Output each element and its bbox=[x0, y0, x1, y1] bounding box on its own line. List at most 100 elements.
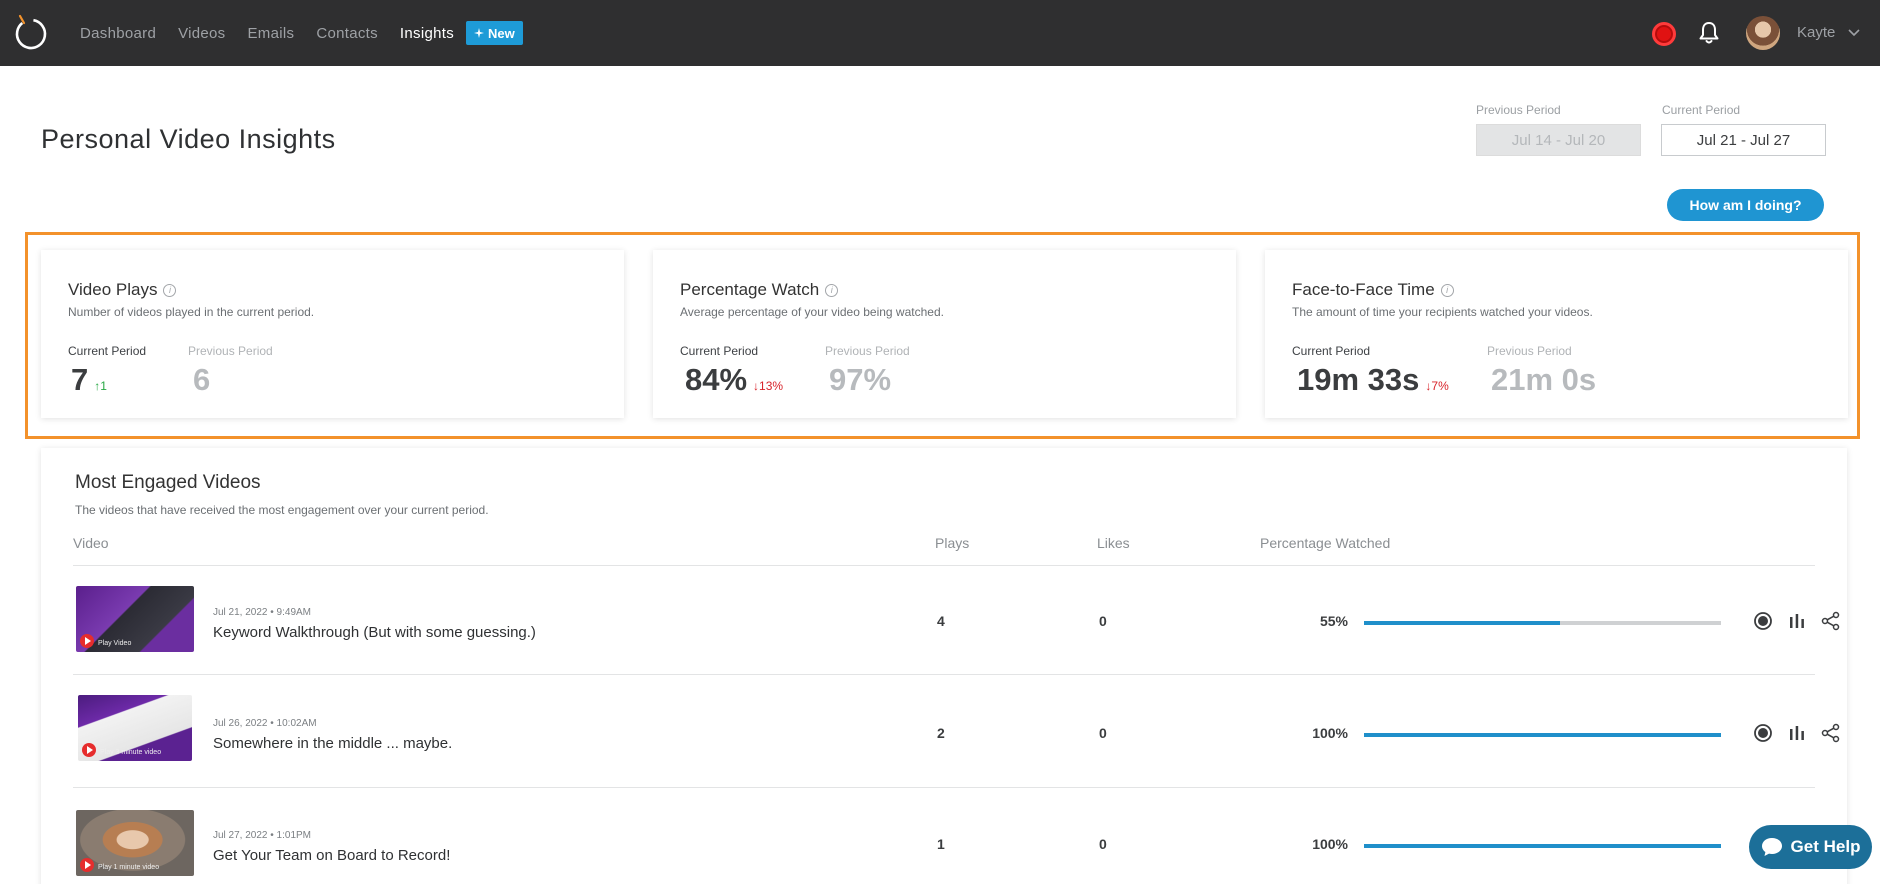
video-thumbnail[interactable]: Play 1 minute video bbox=[76, 810, 194, 876]
current-value: 19m 33s ↓7% bbox=[1297, 362, 1449, 398]
stat-title-text: Percentage Watch bbox=[680, 280, 820, 299]
video-date: Jul 26, 2022 • 10:02AM bbox=[213, 718, 317, 729]
table-row[interactable]: Play 1 minute video Jul 27, 2022 • 1:01P… bbox=[73, 788, 1815, 884]
info-icon[interactable]: i bbox=[825, 283, 839, 297]
percent-watched-bar bbox=[1364, 621, 1721, 625]
thumbnail-caption: Play 1 minute video bbox=[98, 864, 160, 871]
percent-watched-fill bbox=[1364, 621, 1561, 625]
stat-description: Number of videos played in the current p… bbox=[68, 305, 315, 319]
stat-title: Percentage Watch i bbox=[680, 280, 839, 300]
previous-period-label: Previous Period bbox=[188, 344, 273, 358]
video-title[interactable]: Keyword Walkthrough (But with some guess… bbox=[213, 624, 536, 641]
stat-title: Video Plays i bbox=[68, 280, 177, 300]
previous-period-label: Previous Period bbox=[1476, 103, 1561, 117]
share-icon[interactable] bbox=[1821, 723, 1841, 743]
sparkle-icon bbox=[474, 28, 485, 38]
likes-count: 0 bbox=[1099, 836, 1107, 852]
chat-bubble-icon bbox=[1761, 838, 1782, 856]
plays-count: 1 bbox=[937, 836, 945, 852]
video-thumbnail[interactable]: Play Video bbox=[76, 586, 194, 652]
share-icon[interactable] bbox=[1821, 611, 1841, 631]
current-period-label: Current Period bbox=[1292, 344, 1371, 358]
nav-contacts[interactable]: Contacts bbox=[316, 25, 378, 42]
section-title: Most Engaged Videos bbox=[75, 472, 261, 493]
stat-description: Average percentage of your video being w… bbox=[680, 305, 944, 319]
percent-watched-fill bbox=[1364, 844, 1721, 848]
video-title[interactable]: Get Your Team on Board to Record! bbox=[213, 847, 450, 864]
stat-title-text: Face-to-Face Time bbox=[1292, 280, 1435, 299]
nav-videos[interactable]: Videos bbox=[178, 25, 225, 42]
previous-value: 21m 0s bbox=[1491, 362, 1597, 397]
likes-count: 0 bbox=[1099, 725, 1107, 741]
delta-badge: ↓13% bbox=[753, 379, 784, 393]
plays-count: 4 bbox=[937, 613, 945, 629]
video-date: Jul 27, 2022 • 1:01PM bbox=[213, 830, 312, 841]
info-icon[interactable]: i bbox=[1440, 283, 1454, 297]
app-logo-icon[interactable] bbox=[12, 14, 50, 52]
current-period-field[interactable]: Jul 21 - Jul 27 bbox=[1661, 124, 1826, 156]
stat-card-face-to-face-time: Face-to-Face Time i The amount of time yo… bbox=[1265, 250, 1848, 418]
new-badge-label: New bbox=[488, 25, 515, 41]
previous-period-label: Previous Period bbox=[1487, 344, 1572, 358]
nav-insights[interactable]: Insights bbox=[400, 25, 454, 42]
current-period-label: Current Period bbox=[1662, 103, 1741, 117]
record-icon[interactable] bbox=[1652, 22, 1676, 46]
info-icon[interactable]: i bbox=[163, 283, 177, 297]
video-thumbnail[interactable]: Play 3 minute video bbox=[78, 695, 192, 761]
nav-emails[interactable]: Emails bbox=[248, 25, 295, 42]
stat-title: Face-to-Face Time i bbox=[1292, 280, 1454, 300]
most-engaged-videos-card: Most Engaged Videos The videos that have… bbox=[41, 448, 1847, 884]
current-value: 84% ↓13% bbox=[685, 362, 783, 398]
table-row[interactable]: Play Video Jul 21, 2022 • 9:49AM Keyword… bbox=[73, 566, 1840, 677]
previous-period-field[interactable]: Jul 14 - Jul 20 bbox=[1476, 124, 1641, 156]
column-header-likes[interactable]: Likes bbox=[1097, 535, 1130, 551]
current-period-label: Current Period bbox=[68, 344, 147, 358]
percent-watched-fill bbox=[1364, 733, 1721, 737]
delta-badge: ↓7% bbox=[1425, 379, 1449, 393]
new-badge: New bbox=[466, 21, 523, 45]
percent-watched-bar bbox=[1364, 844, 1721, 848]
table-row[interactable]: Play 3 minute video Jul 26, 2022 • 10:02… bbox=[73, 675, 1840, 786]
previous-value: 6 bbox=[193, 362, 211, 397]
nav-dashboard[interactable]: Dashboard bbox=[80, 25, 156, 42]
percent-watched-label: 100% bbox=[1312, 725, 1348, 741]
likes-count: 0 bbox=[1099, 613, 1107, 629]
current-value: 7 ↑1 bbox=[71, 362, 107, 398]
previous-period-label: Previous Period bbox=[825, 344, 910, 358]
how-am-i-doing-button[interactable]: How am I doing? bbox=[1667, 189, 1824, 221]
thumbnail-caption: Play 3 minute video bbox=[100, 749, 162, 756]
previous-value: 97% bbox=[829, 362, 892, 397]
video-date: Jul 21, 2022 • 9:49AM bbox=[213, 607, 312, 618]
get-help-button[interactable]: Get Help bbox=[1749, 825, 1872, 869]
user-name[interactable]: Kayte bbox=[1797, 24, 1835, 41]
thumbnail-caption: Play Video bbox=[98, 640, 132, 647]
play-icon bbox=[80, 858, 94, 872]
stat-description: The amount of time your recipients watch… bbox=[1292, 305, 1593, 319]
top-nav-bar: Dashboard Videos Emails Contacts Insight… bbox=[0, 0, 1880, 66]
avatar[interactable] bbox=[1746, 16, 1780, 50]
analytics-icon[interactable] bbox=[1787, 723, 1807, 743]
analytics-icon[interactable] bbox=[1787, 611, 1807, 631]
play-icon bbox=[82, 743, 96, 757]
record-reply-icon[interactable] bbox=[1753, 611, 1773, 631]
play-icon bbox=[80, 634, 94, 648]
plays-count: 2 bbox=[937, 725, 945, 741]
stat-title-text: Video Plays bbox=[68, 280, 158, 299]
record-reply-icon[interactable] bbox=[1753, 723, 1773, 743]
chevron-down-icon[interactable] bbox=[1848, 28, 1860, 38]
current-period-label: Current Period bbox=[680, 344, 759, 358]
column-header-video[interactable]: Video bbox=[73, 535, 109, 551]
percent-watched-label: 55% bbox=[1319, 613, 1348, 629]
current-value-text: 84% bbox=[685, 362, 748, 397]
bell-icon[interactable] bbox=[1696, 20, 1722, 46]
get-help-label: Get Help bbox=[1790, 837, 1861, 856]
section-description: The videos that have received the most e… bbox=[75, 503, 489, 517]
percent-watched-label: 100% bbox=[1312, 836, 1348, 852]
delta-badge: ↑1 bbox=[94, 379, 107, 393]
column-header-percentage-watched[interactable]: Percentage Watched bbox=[1260, 535, 1390, 551]
stat-card-video-plays: Video Plays i Number of videos played in … bbox=[41, 250, 624, 418]
current-value-text: 19m 33s bbox=[1297, 362, 1420, 397]
current-value-text: 7 bbox=[71, 362, 89, 397]
column-header-plays[interactable]: Plays bbox=[935, 535, 969, 551]
video-title[interactable]: Somewhere in the middle ... maybe. bbox=[213, 735, 452, 752]
